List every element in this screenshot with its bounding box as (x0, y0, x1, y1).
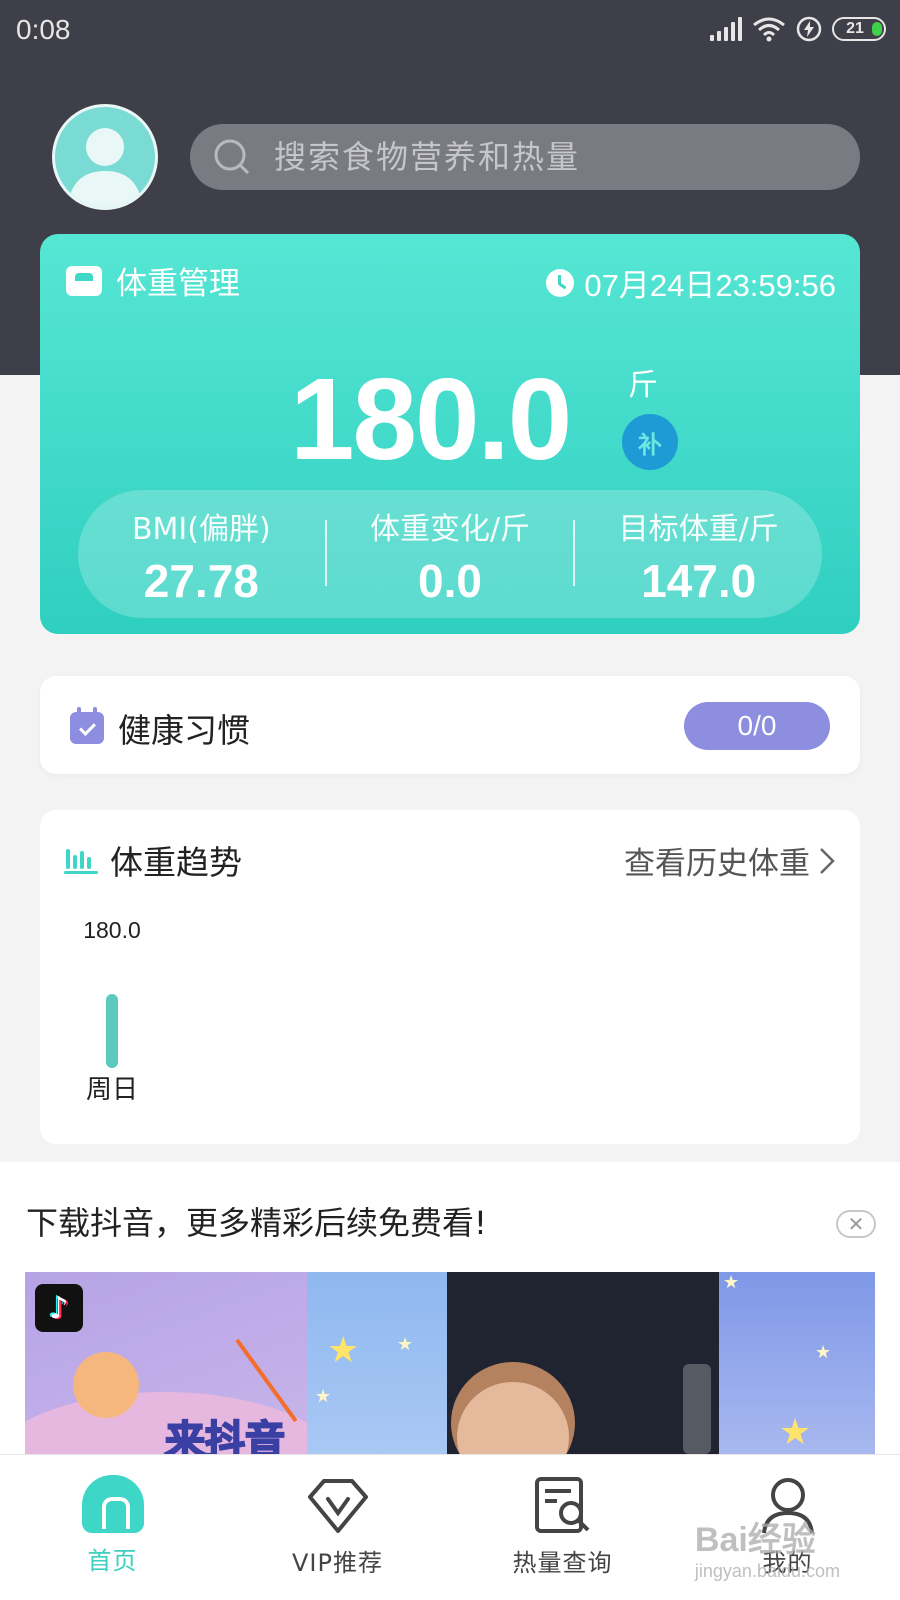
nav-label: 首页 (87, 1547, 138, 1575)
battery-level: 21 (846, 20, 864, 37)
bmi-stat: BMI(偏胖) 27.78 (78, 490, 325, 618)
weight-change-value: 0.0 (418, 555, 482, 607)
nav-label: 热量查询 (512, 1549, 613, 1577)
ad-banner-panel: ★ ★ ★ (719, 1272, 875, 1454)
weight-unit: 斤 (628, 368, 658, 403)
nav-item-calorie-search[interactable]: 热量查询 (450, 1455, 675, 1600)
trend-category-label: 周日 (86, 1075, 138, 1105)
weight-management-card[interactable]: 体重管理 07月24日23:59:56 180.0 斤 补 BMI(偏胖) 27… (40, 234, 860, 634)
weight-change-label: 体重变化/斤 (369, 512, 531, 547)
star-icon: ★ (723, 1272, 740, 1293)
star-icon: ★ (315, 1386, 332, 1407)
weight-card-header: 体重管理 (66, 258, 240, 303)
ad-banner-text: 来抖音 (164, 1417, 286, 1454)
charging-icon (796, 16, 822, 42)
weight-trend-chart: 180.0 周日 (83, 917, 141, 1105)
weight-record-time: 07月24日23:59:56 (546, 260, 836, 305)
signal-icon (710, 17, 742, 41)
watermark-sub: jingyan.baidu.com (694, 1561, 840, 1581)
habits-header: 健康习惯 (70, 704, 250, 752)
watermark-text: Bai经验 (694, 1521, 816, 1559)
bmi-value: 27.78 (143, 555, 259, 607)
nav-label: VIP推荐 (292, 1549, 383, 1577)
target-weight-stat[interactable]: 目标体重/斤 147.0 (575, 490, 822, 618)
habits-progress-badge[interactable]: 0/0 (684, 702, 830, 750)
ad-banner-panel: ★ ★ ★ (307, 1272, 447, 1454)
search-input[interactable] (274, 138, 794, 176)
trend-value-label: 180.0 (83, 917, 141, 943)
home-icon (81, 1475, 144, 1533)
ad-sun-graphic (73, 1352, 139, 1418)
wifi-icon (752, 16, 786, 42)
ad-close-button[interactable]: ✕ (836, 1210, 876, 1238)
vip-icon (307, 1479, 368, 1533)
status-bar: 0:08 21 (0, 0, 900, 62)
status-icons: 21 (710, 16, 886, 42)
trend-bar (106, 994, 118, 1068)
weight-record-datetime: 07月24日23:59:56 (584, 268, 836, 303)
healthy-habits-card[interactable]: 健康习惯 0/0 (40, 676, 860, 774)
ad-person-graphic (457, 1382, 569, 1454)
ad-video-panel (447, 1272, 719, 1454)
weight-card-title: 体重管理 (116, 266, 240, 302)
baidu-watermark: Bai经验 jingyan.baidu.com (695, 1512, 840, 1582)
weight-trend-card: 体重趋势 查看历史体重 180.0 周日 (40, 810, 860, 1144)
star-icon: ★ (397, 1334, 414, 1355)
trend-title: 体重趋势 (110, 843, 242, 882)
target-weight-label: 目标体重/斤 (618, 512, 779, 547)
ad-banner[interactable]: ♪ 来抖音 ★ ★ ★ ★ ★ ★ (25, 1272, 875, 1454)
scale-icon (66, 265, 102, 296)
calendar-check-icon (70, 707, 104, 744)
calorie-search-icon (534, 1477, 589, 1533)
search-bar[interactable] (190, 124, 860, 190)
ad-title: 下载抖音，更多精彩后续免费看! (26, 1204, 487, 1242)
nav-item-vip[interactable]: VIP推荐 (225, 1455, 450, 1600)
history-link-label: 查看历史体重 (624, 846, 810, 882)
nav-item-home[interactable]: 首页 (0, 1455, 225, 1600)
target-weight-value: 147.0 (641, 555, 757, 607)
current-weight: 180.0 (290, 354, 572, 484)
ad-banner-panel: ♪ 来抖音 (25, 1272, 345, 1454)
weight-stats: BMI(偏胖) 27.78 体重变化/斤 0.0 目标体重/斤 147.0 (78, 490, 822, 618)
status-time: 0:08 (16, 14, 71, 45)
tiktok-logo-icon: ♪ (35, 1284, 83, 1332)
habits-title: 健康习惯 (118, 711, 250, 750)
star-icon: ★ (327, 1330, 360, 1371)
supplement-record-button[interactable]: 补 (622, 414, 678, 470)
ad-section[interactable]: 下载抖音，更多精彩后续免费看! ✕ ♪ 来抖音 ★ ★ ★ ★ ★ ★ (0, 1162, 900, 1454)
bar-chart-icon (64, 849, 98, 874)
clock-icon (546, 268, 575, 297)
bmi-label: BMI(偏胖) (131, 512, 271, 547)
ad-microphone-graphic (683, 1364, 711, 1454)
star-icon: ★ (779, 1412, 812, 1453)
battery-icon: 21 (832, 17, 886, 41)
search-icon (214, 139, 250, 175)
star-icon: ★ (815, 1342, 832, 1363)
avatar[interactable] (52, 104, 158, 210)
trend-header: 体重趋势 (64, 836, 242, 884)
chevron-right-icon (820, 847, 835, 874)
view-history-link[interactable]: 查看历史体重 (624, 838, 836, 883)
weight-change-stat: 体重变化/斤 0.0 (327, 490, 574, 618)
